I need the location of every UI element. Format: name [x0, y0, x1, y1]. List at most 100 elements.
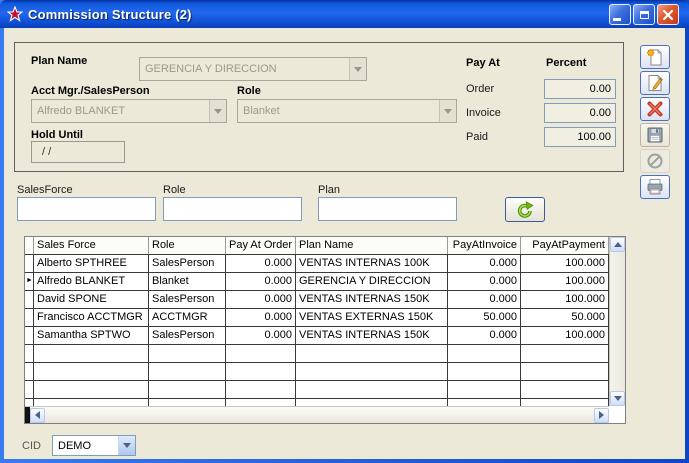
grid-column-header[interactable]: Pay At Order [226, 237, 296, 254]
void-record-button[interactable] [640, 149, 670, 173]
grid-cell[interactable] [149, 363, 226, 380]
grid-cell[interactable] [34, 381, 149, 398]
refresh-button[interactable] [505, 197, 545, 222]
vertical-scrollbar[interactable] [609, 237, 625, 406]
chevron-down-icon[interactable] [118, 436, 135, 455]
grid-cell[interactable]: VENTAS INTERNAS 100K [296, 255, 448, 272]
acct-mgr-dropdown[interactable]: Alfredo BLANKET [31, 99, 227, 123]
close-button[interactable] [657, 4, 679, 25]
grid-cell[interactable] [521, 399, 609, 406]
grid-column-header[interactable]: Sales Force [34, 237, 149, 254]
grid-cell[interactable] [296, 381, 448, 398]
new-record-button[interactable] [640, 45, 670, 69]
grid-cell[interactable]: VENTAS EXTERNAS 150K [296, 309, 448, 326]
grid-cell[interactable] [448, 345, 521, 362]
save-record-button[interactable] [640, 123, 670, 147]
role-dropdown[interactable]: Blanket [237, 99, 457, 123]
grid-cell[interactable]: Samantha SPTWO [34, 327, 149, 344]
grid-cell[interactable] [34, 345, 149, 362]
grid-cell[interactable] [226, 363, 296, 380]
grid-cell[interactable]: VENTAS INTERNAS 150K [296, 327, 448, 344]
grid-cell[interactable] [149, 399, 226, 406]
row-indicator-cell[interactable]: ► [25, 273, 34, 290]
grid-cell[interactable] [296, 363, 448, 380]
grid-cell[interactable]: 0.000 [226, 255, 296, 272]
grid-cell[interactable]: SalesPerson [149, 255, 226, 272]
print-button[interactable] [640, 175, 670, 199]
grid-cell[interactable]: 0.000 [448, 255, 521, 272]
grid-cell[interactable]: SalesPerson [149, 327, 226, 344]
grid-cell[interactable]: 100.000 [521, 273, 609, 290]
row-indicator-cell[interactable] [25, 309, 34, 326]
row-indicator-cell[interactable] [25, 381, 34, 398]
grid-cell[interactable]: 50.000 [521, 309, 609, 326]
hold-until-field[interactable] [31, 141, 125, 163]
plan-name-dropdown[interactable]: GERENCIA Y DIRECCION [139, 57, 367, 81]
grid-cell[interactable]: 0.000 [448, 291, 521, 308]
grid-cell[interactable] [448, 363, 521, 380]
horizontal-scrollbar[interactable] [25, 406, 609, 423]
maximize-button[interactable] [633, 4, 655, 25]
grid-cell[interactable]: Alfredo BLANKET [34, 273, 149, 290]
plan-filter-input[interactable] [318, 197, 457, 221]
chevron-down-icon[interactable] [209, 100, 226, 122]
grid-cell[interactable] [34, 399, 149, 406]
row-indicator-cell[interactable] [25, 399, 34, 406]
grid-cell[interactable] [226, 399, 296, 406]
grid-cell[interactable] [226, 381, 296, 398]
grid-cell[interactable]: Blanket [149, 273, 226, 290]
pay-at-paid-field[interactable] [544, 127, 616, 147]
grid-column-header[interactable]: PayAtPayment [521, 237, 609, 254]
grid-cell[interactable]: Alberto SPTHREE [34, 255, 149, 272]
row-indicator-cell[interactable] [25, 345, 34, 362]
grid-cell[interactable] [34, 363, 149, 380]
grid-cell[interactable]: GERENCIA Y DIRECCION [296, 273, 448, 290]
grid-cell[interactable]: 100.000 [521, 327, 609, 344]
grid-cell[interactable] [521, 363, 609, 380]
row-indicator-cell[interactable] [25, 255, 34, 272]
row-indicator-cell[interactable] [25, 363, 34, 380]
grid-cell[interactable]: 0.000 [226, 291, 296, 308]
scroll-left-button[interactable] [30, 408, 45, 423]
grid-cell[interactable]: 0.000 [448, 273, 521, 290]
grid-column-header[interactable]: PayAtInvoice [448, 237, 521, 254]
salesforce-filter-input[interactable] [17, 197, 156, 221]
grid-cell[interactable]: 0.000 [226, 309, 296, 326]
grid-cell[interactable]: VENTAS INTERNAS 150K [296, 291, 448, 308]
minimize-button[interactable] [609, 4, 631, 25]
grid-cell[interactable]: ACCTMGR [149, 309, 226, 326]
pay-at-order-field[interactable] [544, 79, 616, 99]
grid-cell[interactable] [226, 345, 296, 362]
grid-cell[interactable] [521, 381, 609, 398]
grid-cell[interactable]: 100.000 [521, 255, 609, 272]
grid-cell[interactable] [448, 399, 521, 406]
grid-cell[interactable]: 0.000 [448, 327, 521, 344]
row-indicator-cell[interactable] [25, 291, 34, 308]
grid-cell[interactable] [296, 399, 448, 406]
pay-at-invoice-field[interactable] [544, 103, 616, 123]
grid-cell[interactable] [521, 345, 609, 362]
chevron-down-icon[interactable] [439, 100, 456, 122]
scroll-down-button[interactable] [610, 391, 625, 406]
grid-column-header[interactable]: Plan Name [296, 237, 448, 254]
scroll-right-button[interactable] [594, 408, 609, 423]
delete-record-button[interactable] [640, 97, 670, 121]
grid-cell[interactable]: SalesPerson [149, 291, 226, 308]
scroll-up-button[interactable] [610, 237, 625, 252]
grid-cell[interactable]: Francisco ACCTMGR [34, 309, 149, 326]
grid-cell[interactable]: 0.000 [226, 327, 296, 344]
row-indicator-cell[interactable] [25, 327, 34, 344]
grid-cell[interactable] [448, 381, 521, 398]
grid-cell[interactable] [149, 345, 226, 362]
grid-column-header[interactable]: Role [149, 237, 226, 254]
edit-record-button[interactable] [640, 71, 670, 95]
chevron-down-icon[interactable] [349, 58, 366, 80]
grid-cell[interactable]: David SPONE [34, 291, 149, 308]
grid-cell[interactable] [149, 381, 226, 398]
grid-cell[interactable] [296, 345, 448, 362]
role-filter-input[interactable] [163, 197, 302, 221]
grid-cell[interactable]: 0.000 [226, 273, 296, 290]
grid-corner-cell[interactable] [25, 237, 34, 254]
cid-dropdown[interactable]: DEMO [52, 435, 136, 456]
grid-cell[interactable]: 100.000 [521, 291, 609, 308]
